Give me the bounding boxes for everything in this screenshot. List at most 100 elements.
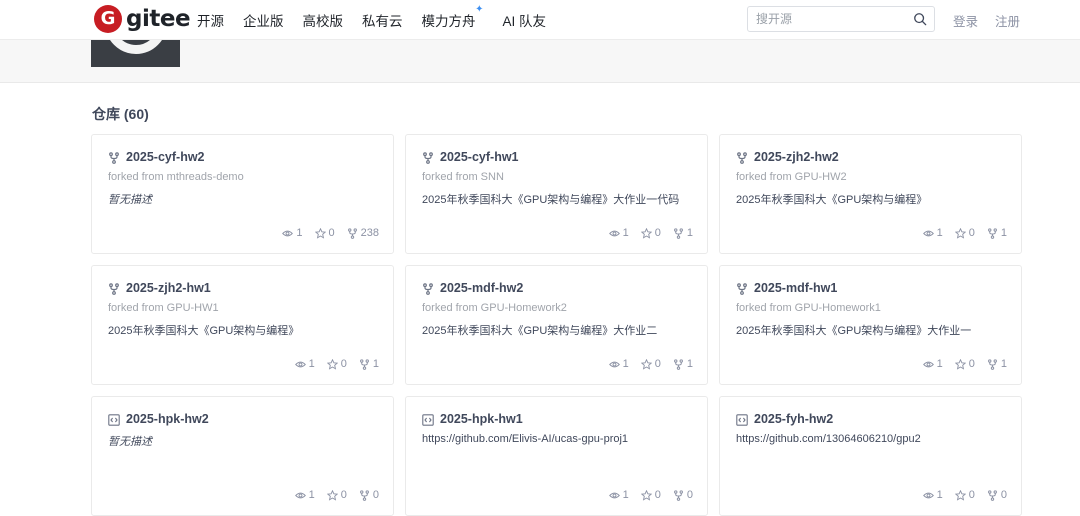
fork-count[interactable]: 0 xyxy=(987,489,1007,501)
fork-icon xyxy=(987,358,1001,370)
forked-from-link[interactable]: forked from GPU-Homework2 xyxy=(422,302,567,314)
repo-name-link[interactable]: 2025-mdf-hw1 xyxy=(754,281,837,295)
fork-count-value: 0 xyxy=(372,489,379,501)
repo-card-header: 2025-hpk-hw2 xyxy=(108,411,209,427)
nav-link-moli[interactable]: 模力方舟 ✦ xyxy=(421,4,484,30)
repo-card[interactable]: 2025-zjh2-hw1 forked from GPU-HW1 2025年秋季国… xyxy=(91,265,394,385)
fork-count-value: 1 xyxy=(1000,227,1007,239)
eye-icon xyxy=(282,228,296,239)
star-count-value: 0 xyxy=(968,227,975,239)
repo-name-link[interactable]: 2025-hpk-hw1 xyxy=(440,412,523,426)
fork-count[interactable]: 1 xyxy=(673,227,693,239)
star-icon xyxy=(954,227,969,239)
repos-label: 仓库 xyxy=(92,106,120,122)
repo-name-link[interactable]: 2025-cyf-hw1 xyxy=(440,150,519,164)
forked-from-link[interactable]: forked from GPU-Homework1 xyxy=(736,302,881,314)
repo-name-link[interactable]: 2025-zjh2-hw2 xyxy=(754,150,839,164)
top-navbar: G gitee 开源 企业版 高校版 私有云 模力方舟✦ AI 队友 登录 注册 xyxy=(0,0,1080,40)
fork-icon xyxy=(673,358,687,370)
nav-link-private-cloud[interactable]: 私有云 xyxy=(362,10,403,30)
fork-count[interactable]: 238 xyxy=(347,227,379,239)
watch-count[interactable]: 1 xyxy=(294,489,315,501)
forked-from-link[interactable]: forked from GPU-HW1 xyxy=(108,302,219,314)
fork-count[interactable]: 0 xyxy=(359,489,379,501)
repo-stats: 1 0 0 xyxy=(294,489,379,501)
watch-count[interactable]: 1 xyxy=(608,489,629,501)
register-link[interactable]: 注册 xyxy=(995,11,1020,30)
nav-link-enterprise[interactable]: 企业版 xyxy=(243,10,284,30)
repo-card[interactable]: 2025-hpk-hw1 https://github.com/Elivis-AI… xyxy=(405,396,708,516)
repo-name-link[interactable]: 2025-hpk-hw2 xyxy=(126,412,209,426)
star-count-value: 0 xyxy=(328,227,335,239)
watch-count[interactable]: 1 xyxy=(922,358,943,370)
repo-card[interactable]: 2025-fyh-hw2 https://github.com/130646062… xyxy=(719,396,1022,516)
watch-count[interactable]: 1 xyxy=(294,358,315,370)
eye-icon xyxy=(922,359,937,370)
repo-card[interactable]: 2025-mdf-hw1 forked from GPU-Homework1 202… xyxy=(719,265,1022,385)
repo-name-link[interactable]: 2025-cyf-hw2 xyxy=(126,150,205,164)
code-icon xyxy=(108,413,120,426)
watch-count[interactable]: 1 xyxy=(608,227,629,239)
repo-name-link[interactable]: 2025-zjh2-hw1 xyxy=(126,281,211,295)
watch-count-value: 1 xyxy=(308,489,315,501)
watch-count-value: 1 xyxy=(936,489,943,501)
repo-name-link[interactable]: 2025-fyh-hw2 xyxy=(754,412,833,426)
star-count[interactable]: 0 xyxy=(326,489,347,501)
repo-description: 暂无描述 xyxy=(108,194,152,206)
star-count[interactable]: 0 xyxy=(326,358,347,370)
logo-text: gitee xyxy=(126,6,191,32)
fork-count-value: 1 xyxy=(686,227,693,239)
repo-description: 2025年秋季国科大《GPU架构与编程》大作业二 xyxy=(422,325,658,337)
gitee-logo-icon: G xyxy=(94,5,122,33)
repo-card[interactable]: 2025-cyf-hw1 forked from SNN 2025年秋季国科大《GP… xyxy=(405,134,708,254)
repo-card[interactable]: 2025-hpk-hw2 暂无描述 1 0 0 xyxy=(91,396,394,516)
gitee-logo[interactable]: G gitee xyxy=(94,4,191,34)
watch-count[interactable]: 1 xyxy=(282,227,303,239)
star-count[interactable]: 0 xyxy=(954,227,975,239)
star-count[interactable]: 0 xyxy=(954,489,975,501)
auth-links: 登录 注册 xyxy=(953,0,1037,40)
star-icon xyxy=(314,227,329,239)
star-count[interactable]: 0 xyxy=(640,227,661,239)
search-icon[interactable] xyxy=(913,12,927,26)
login-link[interactable]: 登录 xyxy=(953,11,978,30)
main-nav: 开源 企业版 高校版 私有云 模力方舟 ✦ AI 队友 xyxy=(197,0,565,40)
star-count[interactable]: 0 xyxy=(640,489,661,501)
fork-count[interactable]: 1 xyxy=(987,358,1007,370)
repo-stats: 1 0 1 xyxy=(922,227,1007,239)
repo-card[interactable]: 2025-mdf-hw2 forked from GPU-Homework2 202… xyxy=(405,265,708,385)
eye-icon xyxy=(608,359,623,370)
watch-count[interactable]: 1 xyxy=(608,358,629,370)
fork-icon xyxy=(736,282,748,295)
repo-stats: 1 0 238 xyxy=(282,227,379,239)
repo-stats: 1 0 1 xyxy=(608,227,693,239)
fork-count-value: 1 xyxy=(1000,358,1007,370)
fork-count[interactable]: 0 xyxy=(673,489,693,501)
fork-count[interactable]: 1 xyxy=(359,358,379,370)
fork-count[interactable]: 1 xyxy=(987,227,1007,239)
forked-from-link[interactable]: forked from mthreads-demo xyxy=(108,171,244,183)
nav-link-moli-label: 模力方舟 xyxy=(421,14,476,29)
nav-link-education[interactable]: 高校版 xyxy=(303,10,344,30)
star-count[interactable]: 0 xyxy=(314,227,335,239)
star-count-value: 0 xyxy=(654,227,661,239)
nav-link-opensource[interactable]: 开源 xyxy=(197,10,224,30)
watch-count-value: 1 xyxy=(622,489,629,501)
repo-card[interactable]: 2025-cyf-hw2 forked from mthreads-demo 暂无描… xyxy=(91,134,394,254)
search-input[interactable] xyxy=(748,8,903,30)
forked-from-link[interactable]: forked from SNN xyxy=(422,171,504,183)
repo-card[interactable]: 2025-zjh2-hw2 forked from GPU-HW2 2025年秋季国… xyxy=(719,134,1022,254)
watch-count[interactable]: 1 xyxy=(922,227,943,239)
fork-count[interactable]: 1 xyxy=(673,358,693,370)
nav-link-ai-teammate[interactable]: AI 队友 xyxy=(503,10,547,30)
watch-count[interactable]: 1 xyxy=(922,489,943,501)
fork-count-value: 238 xyxy=(360,227,379,239)
repo-name-link[interactable]: 2025-mdf-hw2 xyxy=(440,281,523,295)
star-count-value: 0 xyxy=(340,358,347,370)
fork-icon xyxy=(359,358,373,370)
repo-card-header: 2025-hpk-hw1 xyxy=(422,411,523,427)
user-avatar[interactable] xyxy=(91,40,180,67)
star-count[interactable]: 0 xyxy=(954,358,975,370)
star-count[interactable]: 0 xyxy=(640,358,661,370)
forked-from-link[interactable]: forked from GPU-HW2 xyxy=(736,171,847,183)
